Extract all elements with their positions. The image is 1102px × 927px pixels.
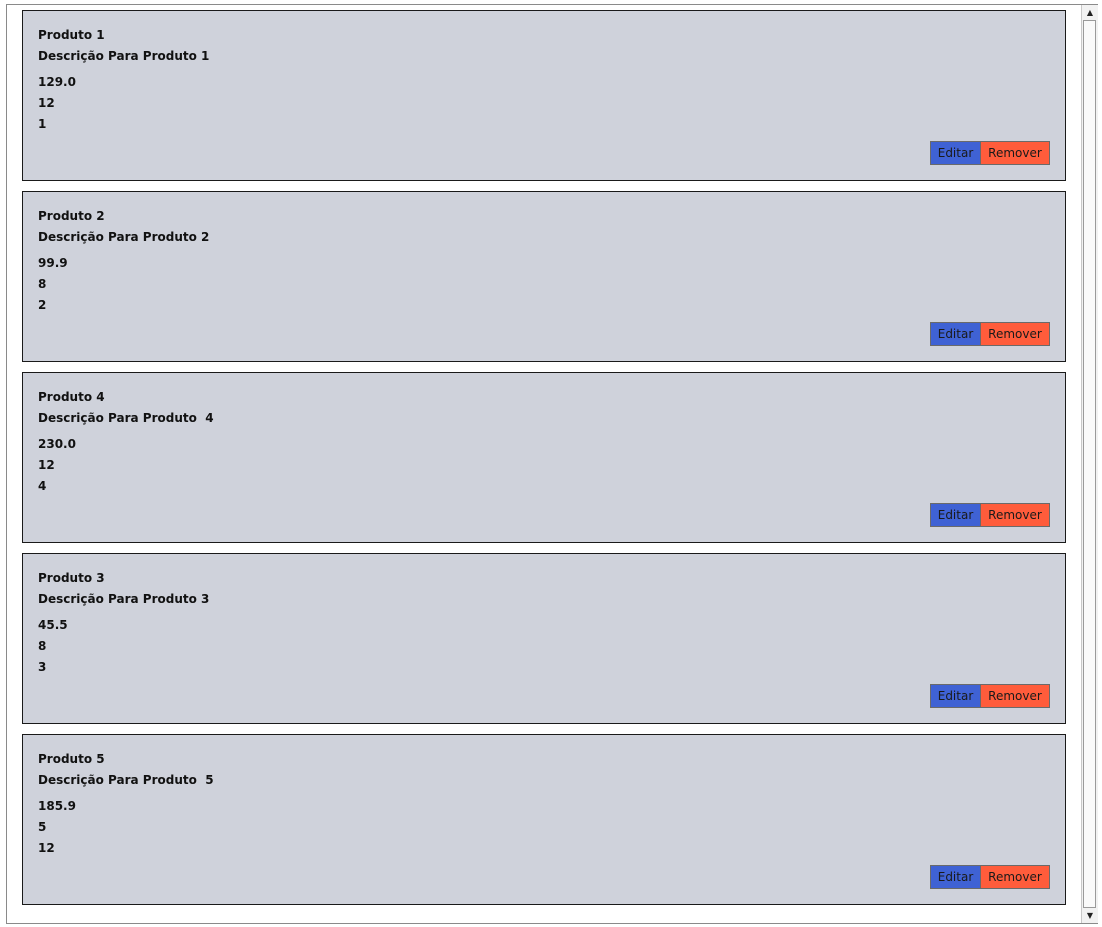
product-name: Produto 2 <box>38 209 105 223</box>
edit-button[interactable]: Editar <box>930 865 981 889</box>
product-actions: Editar Remover <box>930 141 1050 165</box>
product-description: Descrição Para Produto 2 <box>38 230 210 244</box>
product-description: Descrição Para Produto 5 <box>38 773 214 787</box>
product-actions: Editar Remover <box>930 322 1050 346</box>
product-quantity: 8 <box>38 639 47 653</box>
product-name: Produto 4 <box>38 390 105 404</box>
product-description: Descrição Para Produto 1 <box>38 49 210 63</box>
product-price: 185.9 <box>38 799 76 813</box>
edit-button[interactable]: Editar <box>930 141 981 165</box>
remove-button[interactable]: Remover <box>981 322 1050 346</box>
product-price: 230.0 <box>38 437 76 451</box>
product-quantity: 12 <box>38 458 55 472</box>
product-card: Produto 4 Descrição Para Produto 4 230.0… <box>22 372 1066 543</box>
product-code: 1 <box>38 117 47 131</box>
product-price: 99.9 <box>38 256 68 270</box>
edit-button[interactable]: Editar <box>930 322 981 346</box>
arrow-up-icon[interactable]: ▲ <box>1082 5 1098 20</box>
product-list-window: Produto 1 Descrição Para Produto 1 129.0… <box>6 4 1098 924</box>
product-quantity: 8 <box>38 277 47 291</box>
product-list: Produto 1 Descrição Para Produto 1 129.0… <box>22 10 1066 915</box>
product-name: Produto 1 <box>38 28 105 42</box>
vertical-scrollbar[interactable]: ▲ ▼ <box>1081 5 1098 923</box>
product-quantity: 5 <box>38 820 47 834</box>
product-card: Produto 3 Descrição Para Produto 3 45.5 … <box>22 553 1066 724</box>
product-code: 3 <box>38 660 47 674</box>
product-card: Produto 2 Descrição Para Produto 2 99.9 … <box>22 191 1066 362</box>
product-actions: Editar Remover <box>930 503 1050 527</box>
product-price: 129.0 <box>38 75 76 89</box>
edit-button[interactable]: Editar <box>930 684 981 708</box>
product-name: Produto 3 <box>38 571 105 585</box>
remove-button[interactable]: Remover <box>981 684 1050 708</box>
remove-button[interactable]: Remover <box>981 141 1050 165</box>
product-actions: Editar Remover <box>930 865 1050 889</box>
product-card: Produto 1 Descrição Para Produto 1 129.0… <box>22 10 1066 181</box>
product-name: Produto 5 <box>38 752 105 766</box>
product-description: Descrição Para Produto 3 <box>38 592 210 606</box>
product-quantity: 12 <box>38 96 55 110</box>
product-code: 12 <box>38 841 55 855</box>
edit-button[interactable]: Editar <box>930 503 981 527</box>
remove-button[interactable]: Remover <box>981 503 1050 527</box>
product-actions: Editar Remover <box>930 684 1050 708</box>
arrow-down-icon[interactable]: ▼ <box>1082 908 1098 923</box>
scrollbar-thumb[interactable] <box>1083 20 1096 908</box>
product-description: Descrição Para Produto 4 <box>38 411 214 425</box>
product-code: 4 <box>38 479 47 493</box>
product-price: 45.5 <box>38 618 68 632</box>
product-code: 2 <box>38 298 47 312</box>
remove-button[interactable]: Remover <box>981 865 1050 889</box>
product-card: Produto 5 Descrição Para Produto 5 185.9… <box>22 734 1066 905</box>
